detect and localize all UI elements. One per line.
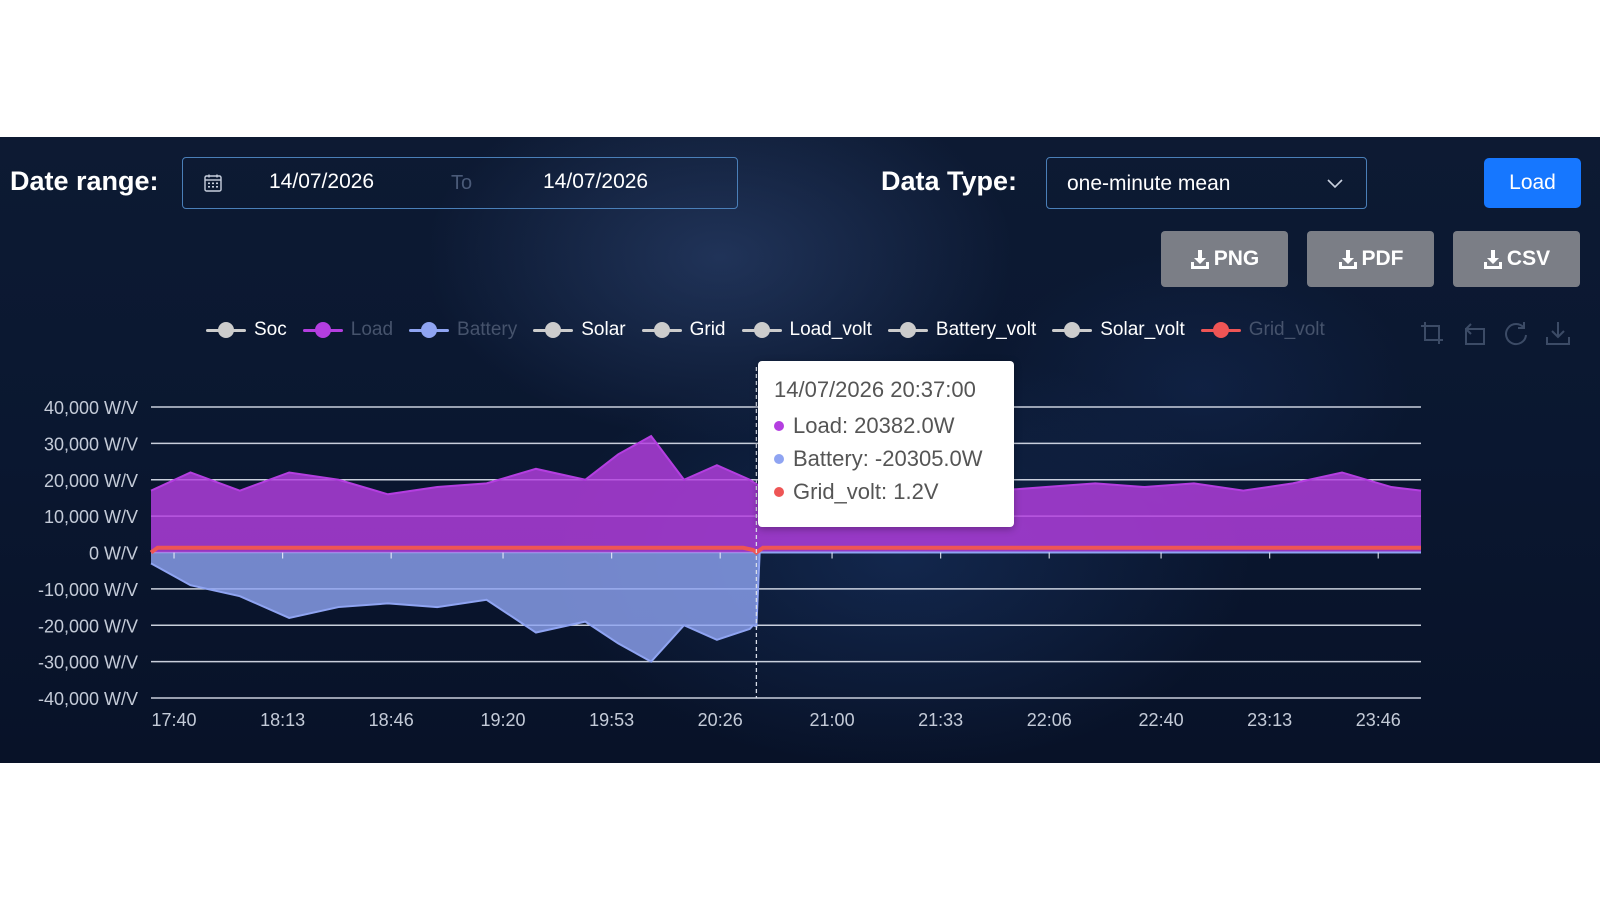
y-tick-label: -40,000 W/V	[38, 689, 138, 709]
x-tick-label: 18:46	[369, 710, 414, 730]
y-tick-label: 0 W/V	[89, 544, 138, 564]
y-tick-label: 20,000 W/V	[44, 471, 138, 491]
tooltip-row-text: Battery: -20305.0W	[793, 445, 983, 471]
x-tick-label: 22:06	[1027, 710, 1072, 730]
x-tick-label: 21:00	[810, 710, 855, 730]
x-tick-label: 23:13	[1247, 710, 1292, 730]
chart-tooltip: 14/07/2026 20:37:00 Load: 20382.0W Batte…	[758, 361, 1014, 527]
y-tick-label: -10,000 W/V	[38, 580, 138, 600]
x-tick-label: 20:26	[698, 710, 743, 730]
x-tick-label: 17:40	[152, 710, 197, 730]
tooltip-row: Grid_volt: 1.2V	[774, 475, 1014, 508]
tooltip-row-text: Load: 20382.0W	[793, 412, 955, 438]
dashboard-panel: Date range: 14/07/2026 To 14/07/2026 Dat…	[0, 137, 1600, 763]
x-tick-label: 22:40	[1139, 710, 1184, 730]
x-tick-label: 21:33	[918, 710, 963, 730]
tooltip-row: Load: 20382.0W	[774, 409, 1014, 442]
tooltip-title: 14/07/2026 20:37:00	[774, 377, 976, 402]
y-tick-label: 40,000 W/V	[44, 398, 138, 418]
y-tick-label: -20,000 W/V	[38, 616, 138, 636]
series-dot-icon	[774, 486, 784, 497]
x-tick-label: 18:13	[260, 710, 305, 730]
y-tick-label: 30,000 W/V	[44, 434, 138, 454]
y-tick-label: -30,000 W/V	[38, 653, 138, 673]
x-tick-label: 19:53	[589, 710, 634, 730]
series-dot-icon	[774, 453, 784, 464]
x-tick-label: 23:46	[1356, 710, 1401, 730]
y-tick-label: 10,000 W/V	[44, 507, 138, 527]
series-dot-icon	[774, 420, 784, 431]
tooltip-row-text: Grid_volt: 1.2V	[793, 478, 939, 504]
tooltip-row: Battery: -20305.0W	[774, 442, 1014, 475]
x-tick-label: 19:20	[481, 710, 526, 730]
